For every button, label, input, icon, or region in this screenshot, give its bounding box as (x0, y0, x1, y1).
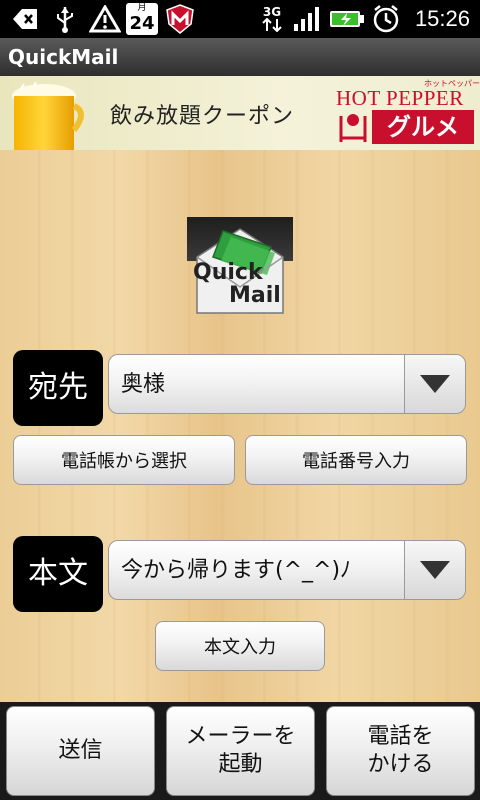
back-icon (10, 4, 40, 34)
launch-mailer-button[interactable]: メーラーを 起動 (166, 706, 315, 796)
body-input-button[interactable]: 本文入力 (155, 621, 325, 671)
send-button[interactable]: 送信 (6, 706, 155, 796)
logo-text-quick: Quick (193, 260, 263, 285)
call-button[interactable]: 電話を かける (326, 706, 475, 796)
alarm-clock-icon (370, 4, 402, 34)
signal-icon (292, 4, 322, 34)
calendar-day: 24 (129, 13, 155, 34)
recipient-dropdown-button[interactable] (404, 355, 465, 413)
clock-time: 15:26 (414, 6, 470, 31)
body-selected: 今から帰ります(^_^)ﾉ (121, 558, 352, 583)
recipient-spinner[interactable]: 奥様 (108, 354, 466, 414)
beer-mug-icon (12, 82, 84, 150)
phonebook-select-button[interactable]: 電話帳から選択 (13, 435, 235, 485)
recipient-label: 宛先 (13, 350, 103, 426)
body-label: 本文 (13, 536, 103, 612)
body-dropdown-button[interactable] (404, 541, 465, 599)
status-bar: 月 24 3G 15:26 (0, 0, 480, 38)
title-bar: QuickMail (0, 38, 480, 77)
logo-text-mail: Mail (229, 283, 281, 308)
gourmet-badge: グルメ (372, 110, 474, 144)
ad-text: 飲み放題クーポン (110, 104, 295, 129)
body-spinner[interactable]: 今から帰ります(^_^)ﾉ (108, 540, 466, 600)
warning-icon (88, 4, 122, 34)
network-type: 3G (262, 5, 282, 19)
triangle-down-icon (420, 561, 450, 579)
ad-banner[interactable]: 飲み放題クーポン ホットペッパー HOT PEPPER グルメ (0, 76, 480, 150)
usb-icon (50, 4, 80, 34)
logo-text: Quick Mail (193, 261, 281, 307)
hotpepper-brand: HOT PEPPER (336, 86, 464, 110)
triangle-down-icon (420, 375, 450, 393)
mcafee-icon (164, 4, 196, 34)
app-title: QuickMail (8, 45, 119, 69)
calendar-icon: 月 24 (126, 3, 158, 35)
fork-knife-icon (339, 114, 367, 142)
bottom-action-bar: 送信 メーラーを 起動 電話を かける (0, 702, 480, 800)
phone-number-input-button[interactable]: 電話番号入力 (245, 435, 467, 485)
data-3g-icon: 3G (258, 4, 286, 34)
quickmail-logo: Quick Mail (187, 217, 293, 317)
recipient-selected: 奥様 (121, 372, 166, 397)
battery-charging-icon (328, 4, 366, 34)
